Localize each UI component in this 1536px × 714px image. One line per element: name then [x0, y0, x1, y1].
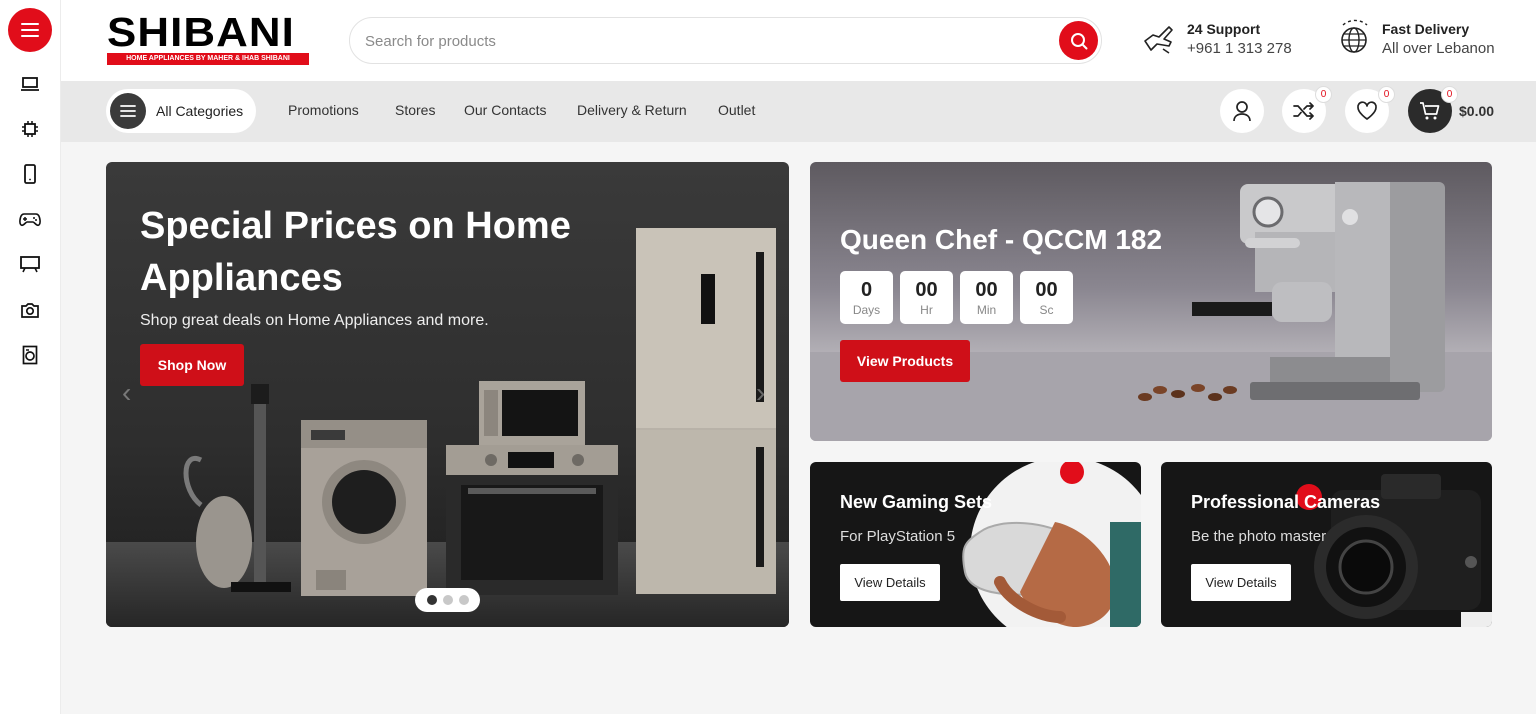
- all-categories-button[interactable]: All Categories: [106, 89, 256, 133]
- search-input[interactable]: [365, 28, 1045, 54]
- main-nav: All Categories Promotions Stores Our Con…: [61, 81, 1536, 142]
- countdown-minutes-value: 00: [975, 279, 998, 301]
- all-categories-label: All Categories: [156, 103, 244, 119]
- gaming-view-details-button[interactable]: View Details: [840, 564, 940, 601]
- nav-link-stores[interactable]: Stores: [395, 102, 435, 118]
- search-button[interactable]: [1059, 21, 1098, 60]
- countdown-minutes: 00 Min: [960, 271, 1013, 324]
- countdown-seconds-label: Sc: [1039, 303, 1054, 317]
- support-phone[interactable]: +961 1 313 278: [1187, 39, 1292, 59]
- delivery-title: Fast Delivery: [1382, 21, 1470, 37]
- countdown-seconds: 00 Sc: [1020, 271, 1073, 324]
- account-button[interactable]: [1220, 89, 1264, 133]
- slider-dots: [415, 588, 480, 612]
- promo-banner-cameras: Professional Cameras Be the photo master…: [1161, 462, 1492, 627]
- support-info: 24 Support +961 1 313 278: [1141, 19, 1292, 59]
- countdown-minutes-label: Min: [976, 303, 997, 317]
- delivery-subtitle: All over Lebanon: [1382, 40, 1495, 57]
- user-icon: [1233, 101, 1251, 122]
- hero-prev-arrow[interactable]: ‹: [122, 379, 142, 407]
- menu-icon[interactable]: [8, 8, 52, 52]
- category-rail: [0, 0, 61, 714]
- promo-title: Queen Chef - QCCM 182: [840, 224, 1163, 255]
- countdown-hours: 00 Hr: [900, 271, 953, 324]
- heart-icon: [1357, 101, 1377, 120]
- hamburger-icon: [110, 93, 146, 129]
- cameras-banner-title: Professional Cameras: [1191, 492, 1381, 512]
- chip-icon[interactable]: [19, 118, 41, 140]
- countdown-days-label: Days: [852, 303, 881, 317]
- view-products-button[interactable]: View Products: [840, 340, 970, 382]
- nav-link-outlet[interactable]: Outlet: [718, 102, 755, 118]
- promo-banner-gaming: New Gaming Sets For PlayStation 5 View D…: [810, 462, 1141, 627]
- compare-button[interactable]: 0: [1282, 86, 1332, 133]
- search-icon: [1070, 32, 1087, 49]
- countdown-days: 0 Days: [840, 271, 893, 324]
- support-title: 24 Support: [1187, 21, 1261, 37]
- monitor-icon[interactable]: [19, 253, 41, 275]
- logo-tagline: HOME APPLIANCES BY MAHER & IHAB SHIBANI: [107, 53, 309, 65]
- cart-button[interactable]: 0: [1408, 86, 1458, 133]
- camera-icon[interactable]: [19, 299, 41, 321]
- cameras-view-details-button[interactable]: View Details: [1191, 564, 1291, 601]
- washing-machine-icon[interactable]: [19, 344, 41, 366]
- phone-hand-icon: [1144, 26, 1173, 54]
- wishlist-count-badge: 0: [1378, 86, 1395, 103]
- hero-title: Special Prices on Home Appliances: [140, 205, 571, 299]
- shop-now-button[interactable]: Shop Now: [140, 344, 244, 386]
- nav-link-promotions[interactable]: Promotions: [288, 102, 359, 118]
- cameras-banner-subtitle: Be the photo master: [1191, 528, 1327, 545]
- gaming-banner-title: New Gaming Sets: [840, 492, 993, 512]
- cart-total[interactable]: $0.00: [1459, 103, 1494, 119]
- laptop-icon[interactable]: [19, 73, 41, 95]
- mobile-icon[interactable]: [19, 163, 41, 185]
- countdown-hours-label: Hr: [920, 303, 933, 317]
- shibani-logo[interactable]: SHIBANI HOME APPLIANCES BY MAHER & IHAB …: [107, 12, 309, 65]
- nav-link-delivery-return[interactable]: Delivery & Return: [577, 102, 687, 118]
- hero-next-arrow[interactable]: ›: [756, 379, 776, 407]
- hero-subtitle: Shop great deals on Home Appliances and …: [140, 312, 489, 329]
- site-header: SHIBANI HOME APPLIANCES BY MAHER & IHAB …: [61, 0, 1536, 81]
- countdown-days-value: 0: [860, 279, 873, 301]
- compare-count-badge: 0: [1315, 86, 1332, 103]
- logo-wordmark: SHIBANI: [107, 9, 295, 55]
- hero-slider: Special Prices on Home Appliances Shop g…: [106, 162, 789, 627]
- promo-banner-coffee: Queen Chef - QCCM 182 0 Days 00 Hr 00 Mi…: [810, 162, 1492, 441]
- countdown-hours-value: 00: [915, 279, 938, 301]
- shuffle-icon: [1293, 102, 1314, 120]
- delivery-info: Fast Delivery All over Lebanon: [1335, 19, 1495, 59]
- nav-link-our-contacts[interactable]: Our Contacts: [464, 102, 546, 118]
- globe-icon: [1341, 19, 1368, 53]
- search-bar: [349, 17, 1102, 64]
- countdown-seconds-value: 00: [1035, 279, 1058, 301]
- cart-icon: [1420, 102, 1440, 120]
- wishlist-button[interactable]: 0: [1345, 86, 1395, 133]
- slider-dot-1[interactable]: [426, 595, 437, 605]
- cart-count-badge: 0: [1441, 86, 1458, 103]
- slider-dot-2[interactable]: [442, 595, 453, 605]
- gaming-banner-subtitle: For PlayStation 5: [840, 528, 956, 545]
- slider-dot-3[interactable]: [458, 595, 469, 605]
- gamepad-icon[interactable]: [19, 208, 41, 230]
